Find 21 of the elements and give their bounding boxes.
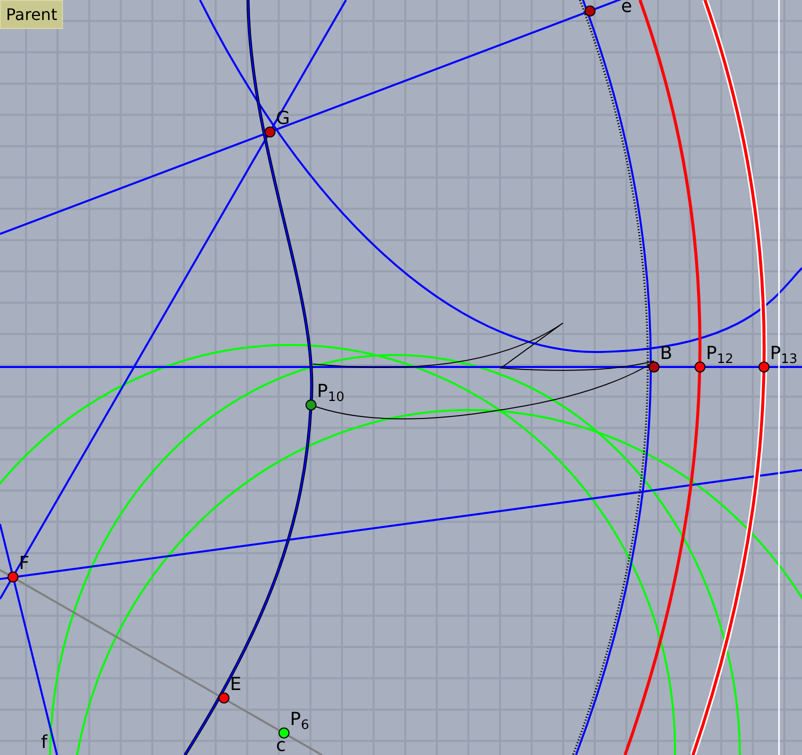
point-label: P$_{12}$ <box>706 343 734 365</box>
point-label: P$_{13}$ <box>770 343 798 365</box>
point[interactable] <box>584 6 596 16</box>
point[interactable] <box>8 572 18 582</box>
curve-label: f <box>41 734 48 752</box>
point-label: P$_{10}$ <box>317 381 344 403</box>
curve-label: e <box>621 0 632 16</box>
point[interactable] <box>218 692 230 704</box>
point[interactable] <box>758 362 770 372</box>
curve-label: c <box>276 737 286 755</box>
point[interactable] <box>648 362 660 372</box>
point-label: G <box>276 108 290 130</box>
point[interactable] <box>278 728 290 738</box>
point-label: P$_{6}$ <box>290 709 310 731</box>
point-label: E <box>230 674 242 696</box>
point[interactable] <box>264 126 276 138</box>
point[interactable] <box>306 400 316 410</box>
point-label: B <box>660 343 672 365</box>
parent-button[interactable]: Parent <box>0 0 64 29</box>
point-label: F <box>19 553 30 575</box>
point[interactable] <box>694 362 706 372</box>
